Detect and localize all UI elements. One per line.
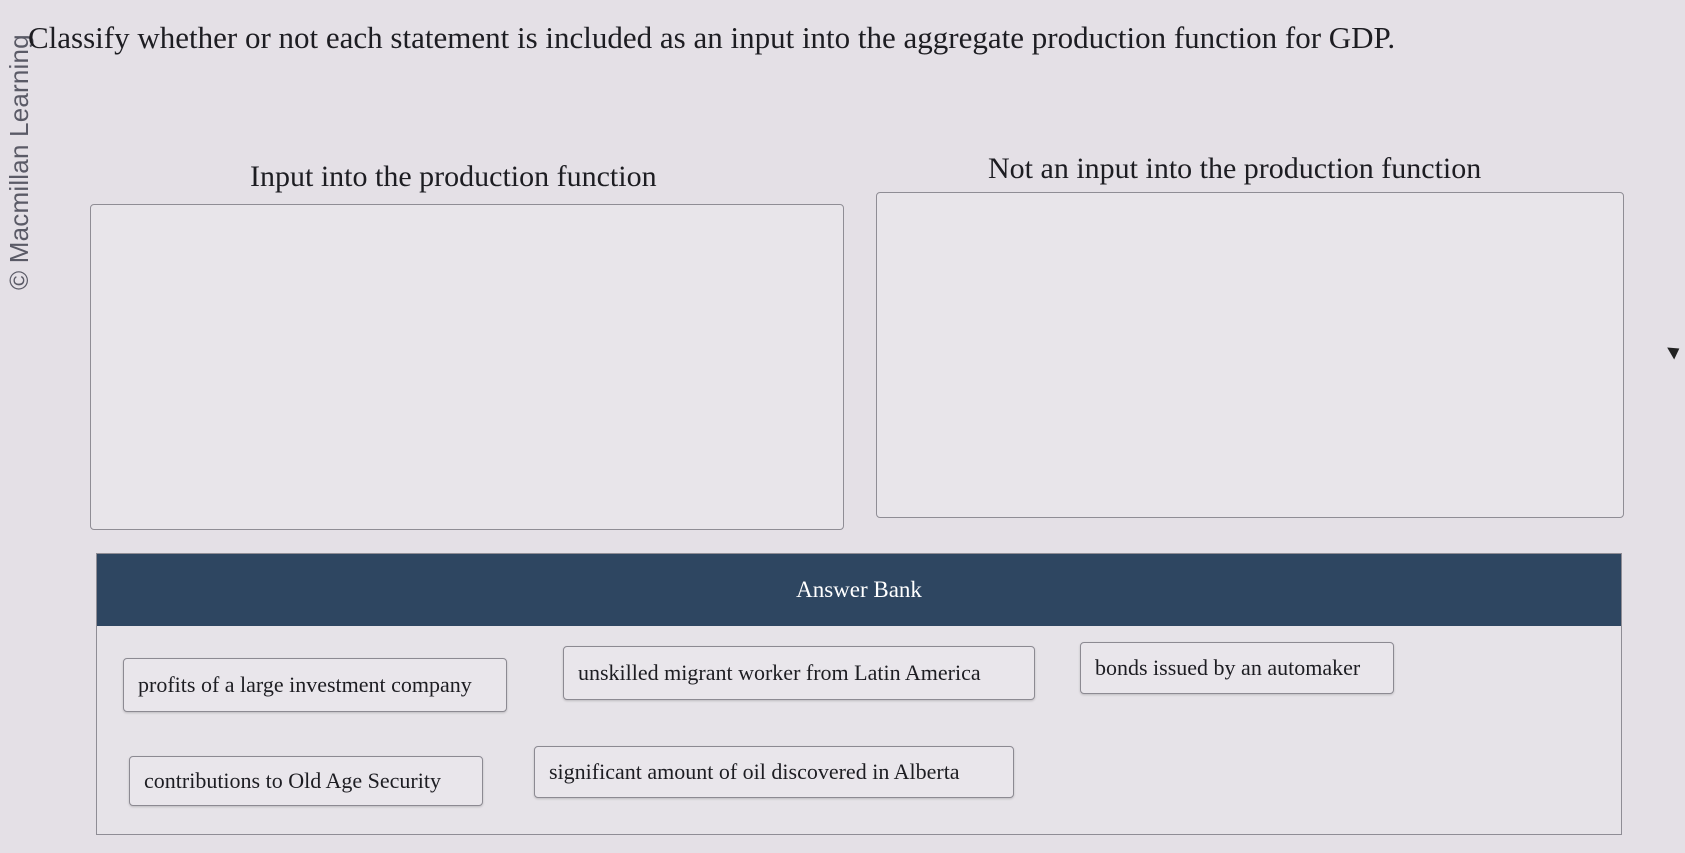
category-title-not-input: Not an input into the production functio… [988,152,1482,185]
copyright-text: © Macmillan Learning [4,34,34,290]
answer-bank-header: Answer Bank [97,554,1621,626]
dropzone-input[interactable] [90,204,844,530]
answer-chip-migrant-worker[interactable]: unskilled migrant worker from Latin Amer… [563,646,1035,700]
dropzone-not-input[interactable] [876,192,1624,518]
category-title-input: Input into the production function [250,160,657,193]
answer-bank: Answer Bank profits of a large investmen… [96,553,1622,835]
copyright-watermark: © Macmillan Learning [2,34,42,290]
mouse-cursor-icon [1667,342,1683,360]
answer-chip-automaker-bonds[interactable]: bonds issued by an automaker [1080,642,1394,694]
answer-chip-investment-profits[interactable]: profits of a large investment company [123,658,507,712]
answer-chip-oil-alberta[interactable]: significant amount of oil discovered in … [534,746,1014,798]
answer-bank-title: Answer Bank [796,577,922,602]
question-prompt: Classify whether or not each statement i… [28,20,1396,55]
answer-chip-old-age-security[interactable]: contributions to Old Age Security [129,756,483,806]
